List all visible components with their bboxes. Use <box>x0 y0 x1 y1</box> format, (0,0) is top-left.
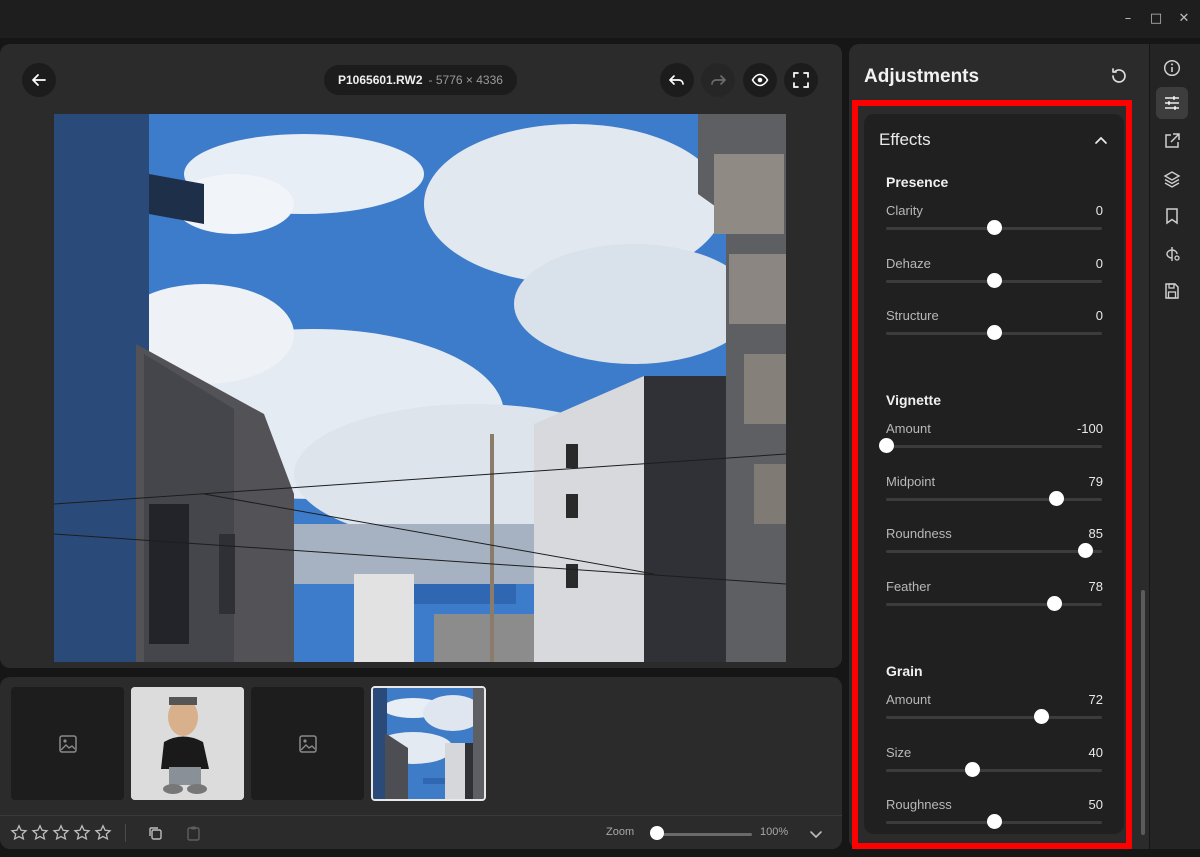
ai-button[interactable] <box>1156 238 1188 270</box>
copy-icon[interactable] <box>147 825 164 842</box>
photo-illustration <box>54 114 786 662</box>
redo-button[interactable] <box>701 63 735 97</box>
toolbar-divider <box>125 824 126 842</box>
paste-icon[interactable] <box>185 825 202 842</box>
layers-button[interactable] <box>1156 163 1188 195</box>
zoom-value: 100% <box>760 826 789 838</box>
zoom-slider-knob[interactable] <box>650 826 664 840</box>
chevron-down-icon[interactable] <box>808 826 824 842</box>
image-placeholder-icon <box>298 734 317 753</box>
info-icon <box>1163 59 1181 77</box>
bookmark-icon <box>1166 208 1178 225</box>
bookmark-button[interactable] <box>1156 200 1188 232</box>
title-bar: – □ ✕ <box>0 0 1200 38</box>
thumbnail-placeholder[interactable] <box>11 687 124 800</box>
adjustments-icon <box>1165 96 1179 110</box>
thumbnail-photo[interactable] <box>131 687 244 800</box>
save-icon <box>1165 283 1179 299</box>
undo-button[interactable] <box>660 63 694 97</box>
reset-icon[interactable] <box>1109 66 1129 86</box>
back-icon <box>32 74 46 86</box>
file-info-pill: P1065601.RW2 - 5776 × 4336 <box>324 65 517 95</box>
star-icon[interactable] <box>52 824 70 842</box>
star-icon[interactable] <box>73 824 91 842</box>
maximize-icon[interactable]: □ <box>1146 9 1166 29</box>
highlight-box <box>852 100 1132 849</box>
info-button[interactable] <box>1156 52 1188 84</box>
panel-title: Adjustments <box>864 66 980 87</box>
file-dimensions: - 5776 × 4336 <box>428 73 503 87</box>
redo-icon <box>711 75 726 85</box>
minimize-icon[interactable]: – <box>1118 9 1138 29</box>
ai-icon <box>1166 247 1180 261</box>
fullscreen-icon <box>793 72 809 88</box>
sky-buildings-image <box>373 688 484 799</box>
adjustments-button[interactable] <box>1156 87 1188 119</box>
thumbnail-selected[interactable] <box>371 686 486 801</box>
main-photo[interactable] <box>54 114 786 662</box>
save-button[interactable] <box>1156 275 1188 307</box>
image-viewer: P1065601.RW2 - 5776 × 4336 <box>0 44 842 668</box>
zoom-slider-track[interactable] <box>656 833 752 836</box>
layers-icon <box>1163 171 1181 188</box>
back-button[interactable] <box>22 63 56 97</box>
panel-scrollbar[interactable] <box>1141 590 1145 835</box>
thumbnail-placeholder[interactable] <box>251 687 364 800</box>
tool-rail <box>1150 44 1200 849</box>
star-icon[interactable] <box>10 824 28 842</box>
preview-button[interactable] <box>743 63 777 97</box>
fullscreen-button[interactable] <box>784 63 818 97</box>
export-button[interactable] <box>1156 125 1188 157</box>
close-icon[interactable]: ✕ <box>1174 9 1194 29</box>
filmstrip-toolbar: Zoom 100% <box>0 815 842 849</box>
star-icon[interactable] <box>94 824 112 842</box>
eye-icon <box>751 73 769 87</box>
plush-figure-image <box>131 687 244 800</box>
image-placeholder-icon <box>58 734 77 753</box>
star-icon[interactable] <box>31 824 49 842</box>
undo-icon <box>669 75 684 85</box>
zoom-label: Zoom <box>606 826 635 838</box>
file-name: P1065601.RW2 <box>338 73 423 87</box>
filmstrip: Zoom 100% <box>0 677 842 849</box>
export-icon <box>1165 133 1180 148</box>
